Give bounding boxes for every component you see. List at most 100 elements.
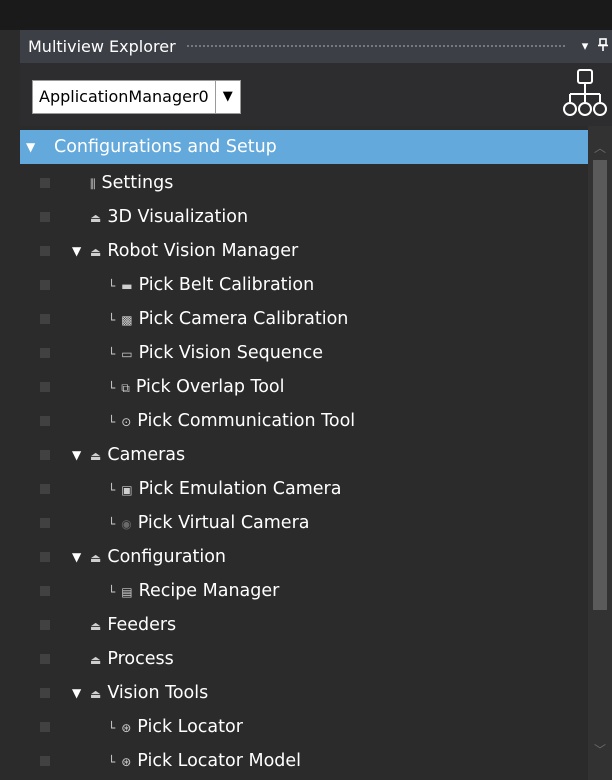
status-marker <box>40 280 50 290</box>
communication-tool-icon: ⊙ <box>121 415 132 429</box>
explorer-toolbar: ApplicationManager0 ▼ <box>20 63 612 126</box>
scroll-up-icon[interactable]: ︿ <box>588 136 612 160</box>
branch-line-icon: └ <box>108 755 116 769</box>
tree-item-process[interactable]: ⏏ Process <box>20 642 588 676</box>
folder-icon: ⏏ <box>90 245 102 259</box>
tree-item-label: Recipe Manager <box>138 581 280 601</box>
tree-item-label: Process <box>107 649 174 669</box>
application-selector[interactable]: ApplicationManager0 ▼ <box>32 80 241 114</box>
scrollbar-thumb[interactable] <box>593 160 607 610</box>
status-marker <box>40 484 50 494</box>
panel-title: Multiview Explorer <box>28 37 176 56</box>
recipe-manager-icon: ▤ <box>121 585 133 599</box>
overlap-tool-icon: ⧉ <box>121 381 130 395</box>
status-marker <box>40 314 50 324</box>
camera-calibration-icon: ▩ <box>121 313 133 327</box>
top-strip <box>0 0 612 30</box>
tree-item-pick-communication-tool[interactable]: └ ⊙ Pick Communication Tool <box>20 404 588 438</box>
dropdown-arrow-icon[interactable]: ▼ <box>214 81 240 113</box>
virtual-camera-icon: ◉ <box>121 517 132 531</box>
branch-line-icon: └ <box>108 517 116 531</box>
drag-grip[interactable] <box>185 44 566 49</box>
status-marker <box>40 518 50 528</box>
locator-model-icon: ⊛ <box>121 755 132 769</box>
status-marker <box>40 416 50 426</box>
status-marker <box>40 348 50 358</box>
tree-item-feeders[interactable]: ⏏ Feeders <box>20 608 588 642</box>
explorer-tree: ▼ Configurations and Setup ⫼ Settings ⏏ 3D… <box>20 126 588 780</box>
folder-icon: ⏏ <box>90 687 102 701</box>
status-marker <box>40 688 50 698</box>
branch-line-icon: └ <box>108 483 116 497</box>
tree-item-pick-locator-model[interactable]: └ ⊛ Pick Locator Model <box>20 744 588 778</box>
locator-icon: ⊛ <box>121 721 132 735</box>
tree-item-cameras[interactable]: ▼ ⏏ Cameras <box>20 438 588 472</box>
tree-item-label: Configuration <box>107 547 227 567</box>
branch-line-icon: └ <box>108 381 116 395</box>
tree-item-3d-visualization[interactable]: ⏏ 3D Visualization <box>20 200 588 234</box>
branch-line-icon: └ <box>108 721 116 735</box>
status-marker <box>40 722 50 732</box>
tree-item-label: Pick Communication Tool <box>137 411 356 431</box>
folder-icon: ⏏ <box>90 619 102 633</box>
tree-item-label: Pick Vision Sequence <box>138 343 324 363</box>
tree-item-pick-overlap-tool[interactable]: └ ⧉ Pick Overlap Tool <box>20 370 588 404</box>
status-marker <box>40 654 50 664</box>
tree-item-settings[interactable]: ⫼ Settings <box>20 166 588 200</box>
folder-icon: ⏏ <box>90 653 102 667</box>
expand-arrow-icon[interactable]: ▼ <box>72 448 81 462</box>
status-marker <box>40 756 50 766</box>
tree-item-configuration[interactable]: ▼ ⏏ Configuration <box>20 540 588 574</box>
panel-titlebar[interactable]: Multiview Explorer ▾ <box>20 30 612 63</box>
multiview-explorer-window: Multiview Explorer ▾ ApplicationManager0… <box>0 0 612 780</box>
tree-item-vision-tools[interactable]: ▼ ⏏ Vision Tools <box>20 676 588 710</box>
status-marker <box>40 382 50 392</box>
tree-item-label: Pick Belt Calibration <box>138 275 315 295</box>
panel-options-icon[interactable]: ▾ <box>576 39 594 54</box>
emulation-camera-icon: ▣ <box>121 483 133 497</box>
status-marker <box>40 586 50 596</box>
tree-item-label: Settings <box>101 173 174 193</box>
status-marker <box>40 450 50 460</box>
tree-item-label: Robot Vision Manager <box>107 241 299 261</box>
status-marker <box>40 178 50 188</box>
pin-icon[interactable] <box>594 37 612 56</box>
tree-item-pick-virtual-camera[interactable]: └ ◉ Pick Virtual Camera <box>20 506 588 540</box>
tree-item-pick-emulation-camera[interactable]: └ ▣ Pick Emulation Camera <box>20 472 588 506</box>
settings-icon: ⫼ <box>90 177 96 191</box>
tree-item-pick-vision-sequence[interactable]: └ ▭ Pick Vision Sequence <box>20 336 588 370</box>
folder-icon: ⏏ <box>90 211 102 225</box>
hierarchy-icon[interactable] <box>562 68 608 122</box>
expand-arrow-icon[interactable]: ▼ <box>26 140 35 154</box>
tree-item-label: Configurations and Setup <box>54 137 277 157</box>
tree-item-label: Pick Virtual Camera <box>137 513 310 533</box>
expand-arrow-icon[interactable]: ▼ <box>72 244 81 258</box>
scroll-down-icon[interactable]: ﹀ <box>588 738 612 762</box>
vertical-scrollbar[interactable]: ︿ ﹀ <box>588 126 612 780</box>
status-marker <box>40 620 50 630</box>
tree-item-label: Vision Tools <box>107 683 209 703</box>
application-selector-value: ApplicationManager0 <box>39 87 209 106</box>
folder-icon: ⏏ <box>90 449 102 463</box>
belt-calibration-icon: ▬ <box>121 279 133 293</box>
tree-item-robot-vision-manager[interactable]: ▼ ⏏ Robot Vision Manager <box>20 234 588 268</box>
status-marker <box>40 552 50 562</box>
tree-item-label: 3D Visualization <box>107 207 249 227</box>
expand-arrow-icon[interactable]: ▼ <box>72 550 81 564</box>
tree-item-configurations-and-setup[interactable]: ▼ Configurations and Setup <box>20 130 588 164</box>
tree-item-label: Pick Overlap Tool <box>135 377 285 397</box>
tree-item-label: Pick Emulation Camera <box>138 479 342 499</box>
branch-line-icon: └ <box>108 415 116 429</box>
tree-item-pick-locator[interactable]: └ ⊛ Pick Locator <box>20 710 588 744</box>
status-marker <box>40 246 50 256</box>
tree-item-label: Cameras <box>107 445 186 465</box>
tree-item-label: Pick Locator Model <box>137 751 302 771</box>
vision-sequence-icon: ▭ <box>121 347 133 361</box>
expand-arrow-icon[interactable]: ▼ <box>72 686 81 700</box>
branch-line-icon: └ <box>108 585 116 599</box>
tree-item-recipe-manager[interactable]: └ ▤ Recipe Manager <box>20 574 588 608</box>
tree-item-pick-camera-calibration[interactable]: └ ▩ Pick Camera Calibration <box>20 302 588 336</box>
branch-line-icon: └ <box>108 279 116 293</box>
tree-item-pick-belt-calibration[interactable]: └ ▬ Pick Belt Calibration <box>20 268 588 302</box>
branch-line-icon: └ <box>108 347 116 361</box>
